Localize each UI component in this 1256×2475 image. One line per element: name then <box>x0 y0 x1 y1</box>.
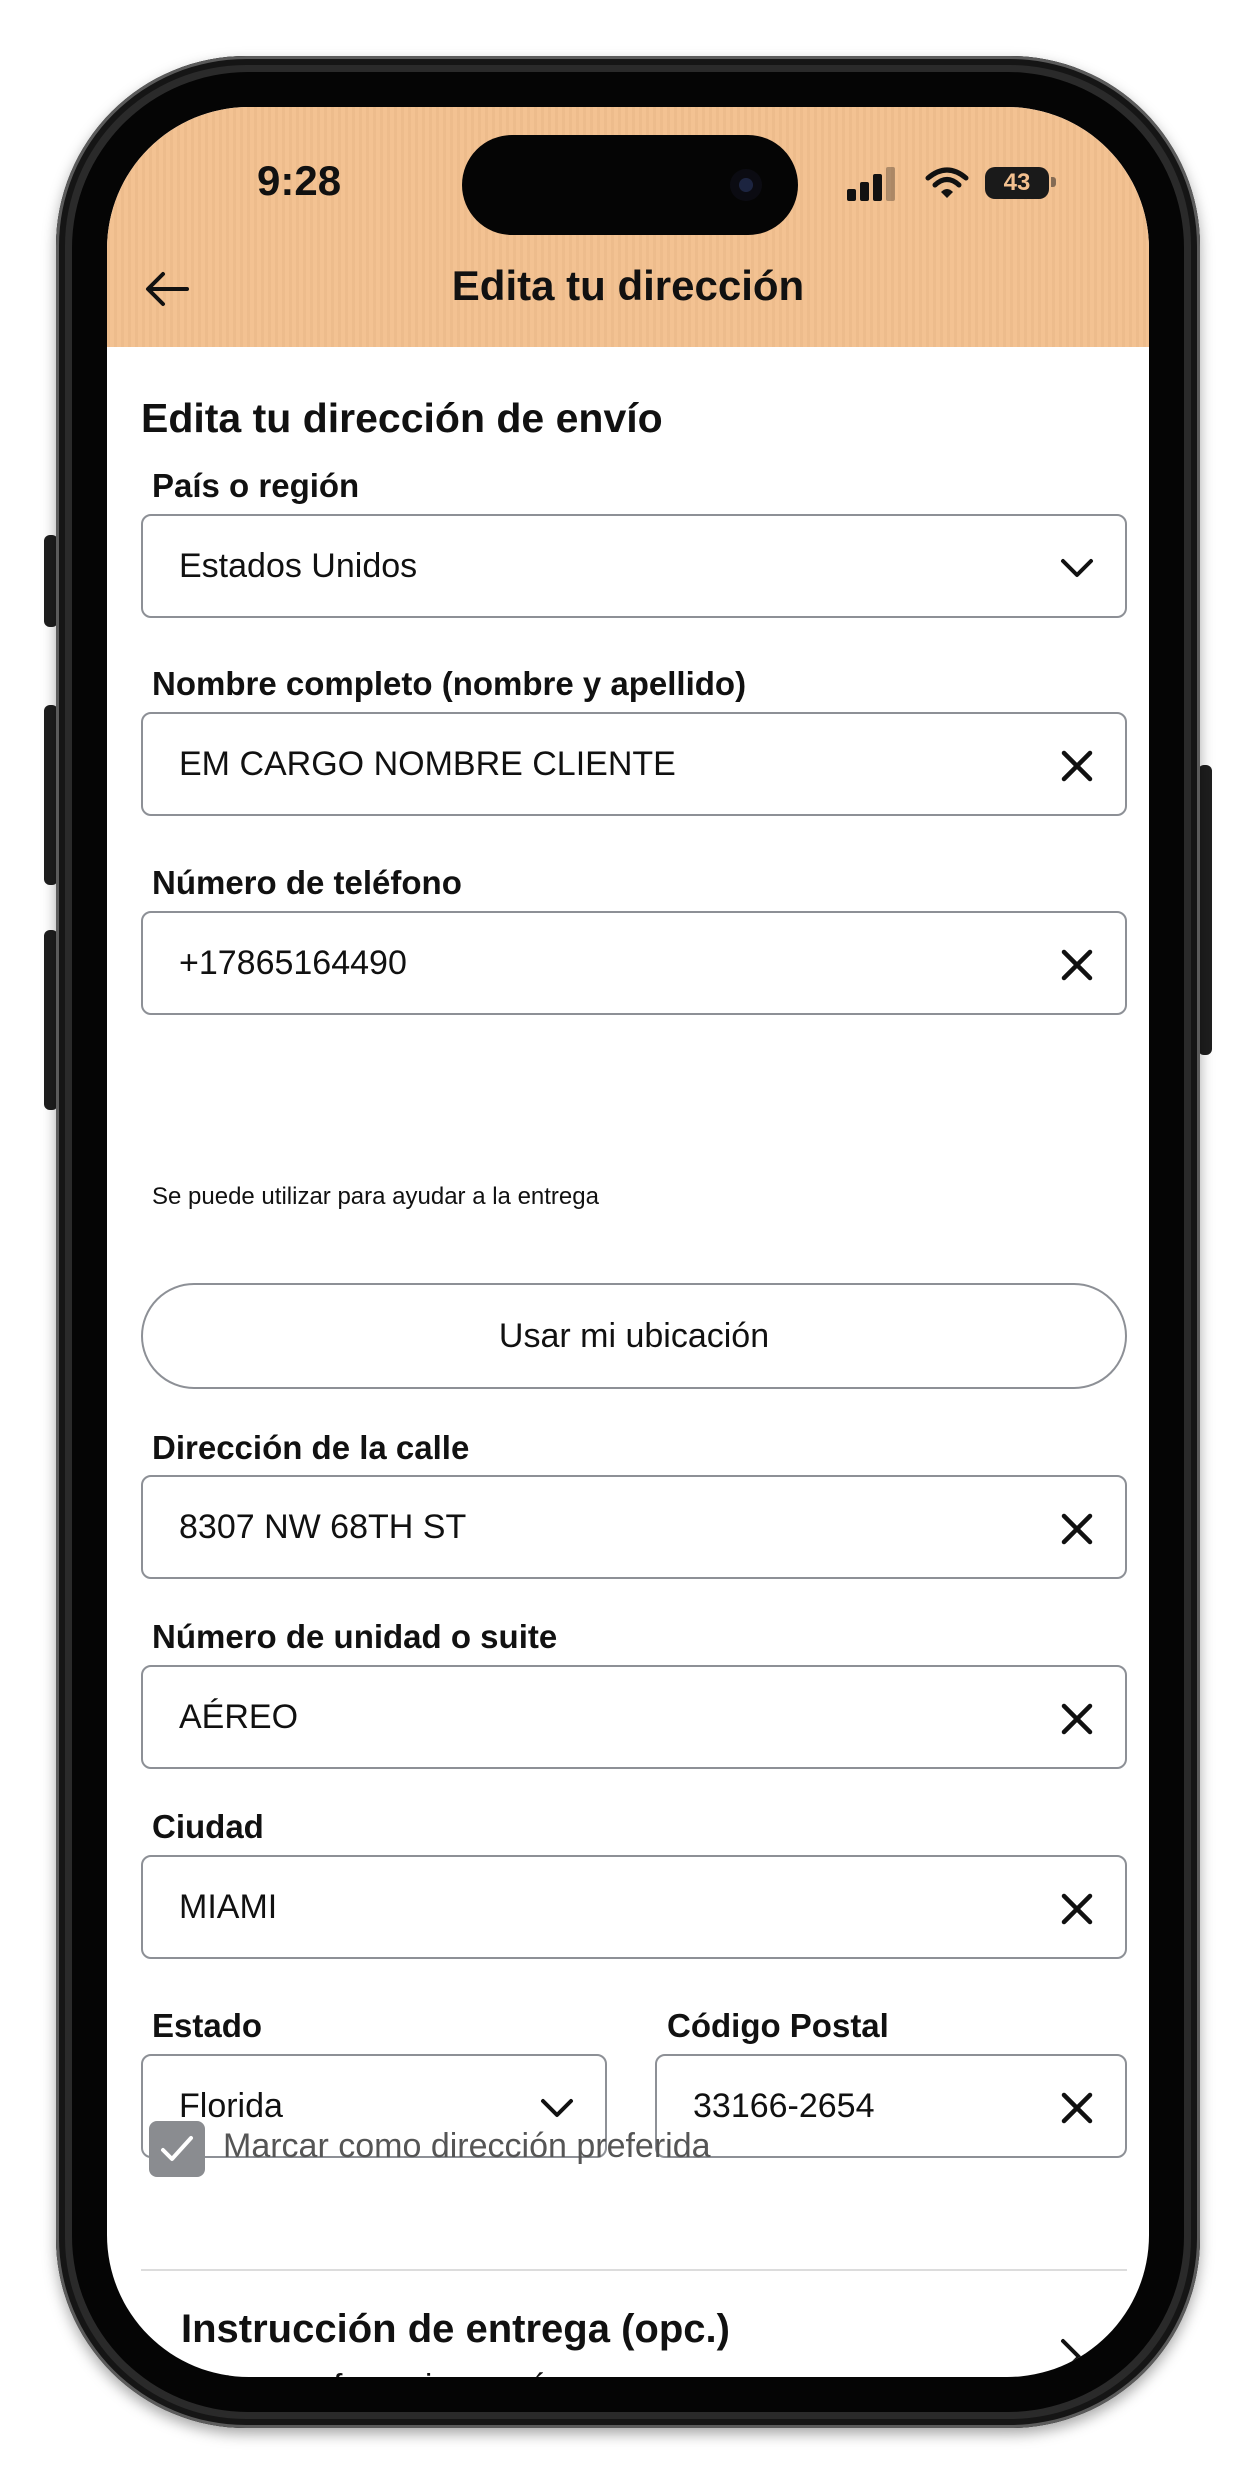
chevron-right-icon <box>1061 2339 1081 2375</box>
clear-full-name-button[interactable] <box>1051 740 1103 792</box>
checkmark-icon <box>161 2136 193 2161</box>
country-select[interactable]: Estados Unidos <box>141 514 1127 618</box>
city-value: MIAMI <box>179 1887 278 1926</box>
full-name-value: EM CARGO NOMBRE CLIENTE <box>179 744 676 783</box>
delivery-instructions-subtitle: Notas, preferencias y más <box>181 2367 564 2377</box>
wifi-icon <box>925 165 969 201</box>
postal-code-label: Código Postal <box>667 2007 889 2044</box>
battery-tip <box>1051 177 1056 187</box>
section-title: Edita tu dirección de envío <box>141 395 663 441</box>
delivery-instructions-title: Instrucción de entrega (opc.) <box>181 2307 730 2351</box>
preferred-address-label: Marcar como dirección preferida <box>223 2127 711 2165</box>
country-label: País o región <box>152 467 360 504</box>
status-time: 9:28 <box>257 157 342 204</box>
country-value: Estados Unidos <box>179 546 418 585</box>
city-field[interactable]: MIAMI <box>141 1855 1127 1959</box>
phone-hint: Se puede utilizar para ayudar a la entre… <box>152 1183 599 1210</box>
street-label: Dirección de la calle <box>152 1429 470 1466</box>
phone-label: Número de teléfono <box>152 864 462 901</box>
status-icons: 43 <box>847 165 1087 205</box>
chevron-down-icon <box>541 2099 573 2117</box>
phone-value: +17865164490 <box>179 943 407 982</box>
phone-screen: 9:28 43 Edita tu dirección Edita tu dire… <box>107 107 1149 2377</box>
full-name-field[interactable]: EM CARGO NOMBRE CLIENTE <box>141 712 1127 816</box>
street-field[interactable]: 8307 NW 68TH ST <box>141 1475 1127 1579</box>
country-dropdown-toggle[interactable] <box>1051 542 1103 594</box>
clear-phone-button[interactable] <box>1051 939 1103 991</box>
dynamic-island <box>462 135 798 235</box>
unit-value: AÉREO <box>179 1697 299 1736</box>
preferred-address-row[interactable]: Marcar como dirección preferida <box>149 2119 949 2177</box>
battery-level: 43 <box>1003 169 1031 196</box>
clear-postal-code-button[interactable] <box>1051 2082 1103 2134</box>
device-stage: 9:28 43 Edita tu dirección Edita tu dire… <box>0 0 1256 2475</box>
clear-unit-button[interactable] <box>1051 1693 1103 1745</box>
delivery-instructions-chevron[interactable] <box>1051 2327 1091 2377</box>
clear-icon <box>1061 1513 1093 1545</box>
street-value: 8307 NW 68TH ST <box>179 1507 467 1546</box>
clear-icon <box>1061 750 1093 782</box>
front-camera-icon <box>730 169 762 201</box>
cellular-signal-icon <box>847 165 907 201</box>
city-label: Ciudad <box>152 1808 264 1845</box>
app-header: 9:28 43 Edita tu dirección <box>107 107 1149 347</box>
unit-field[interactable]: AÉREO <box>141 1665 1127 1769</box>
preferred-address-checkbox[interactable] <box>149 2121 205 2177</box>
state-label: Estado <box>152 2007 263 2044</box>
clear-city-button[interactable] <box>1051 1883 1103 1935</box>
full-name-label: Nombre completo (nombre y apellido) <box>152 665 747 702</box>
page-title: Edita tu dirección <box>451 262 805 309</box>
address-form: Edita tu dirección de envío País o regió… <box>107 347 1149 2377</box>
clear-icon <box>1061 1703 1093 1735</box>
clear-icon <box>1061 949 1093 981</box>
chevron-down-icon <box>1061 559 1093 577</box>
clear-street-button[interactable] <box>1051 1503 1103 1555</box>
clear-icon <box>1061 2092 1093 2124</box>
use-location-button[interactable]: Usar mi ubicación <box>141 1283 1127 1389</box>
clear-icon <box>1061 1893 1093 1925</box>
battery-icon: 43 <box>985 167 1049 199</box>
unit-label: Número de unidad o suite <box>152 1618 558 1655</box>
power-button <box>1198 765 1212 1055</box>
phone-field[interactable]: +17865164490 <box>141 911 1127 1015</box>
